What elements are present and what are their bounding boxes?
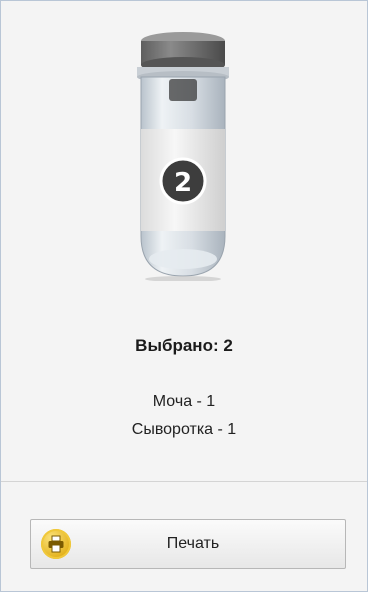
print-button-label: Печать [166, 535, 220, 552]
tube-illustration: 2 [1, 11, 367, 296]
sample-type-serum: Сыворотка - 1 [131, 421, 237, 438]
selection-panel: 2 Выбрано: 2 Моча - 1 Сыворотка - 1 Печа… [0, 0, 368, 592]
selection-summary: Выбрано: 2 Моча - 1 Сыворотка - 1 [1, 336, 367, 444]
selected-count-label: Выбрано: 2 [135, 336, 233, 355]
sample-type-urine: Моча - 1 [152, 393, 216, 410]
print-button[interactable]: Печать [30, 519, 346, 569]
test-tube-icon: 2 [137, 32, 229, 281]
tube-badge-number: 2 [174, 168, 192, 198]
divider [1, 481, 367, 482]
sample-type-list: Моча - 1 Сыворотка - 1 [1, 388, 367, 444]
